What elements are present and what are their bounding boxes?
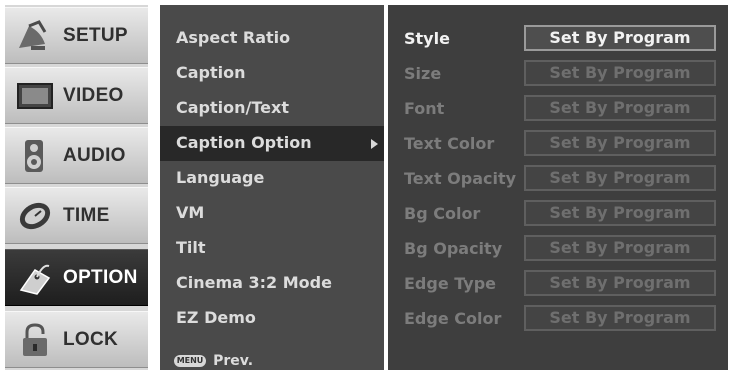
menu-item-ez-demo[interactable]: EZ Demo [160, 301, 384, 336]
option-label: Edge Color [404, 309, 502, 328]
option-value-box[interactable]: Set By Program [524, 305, 716, 331]
tag-icon [19, 264, 51, 295]
tab-time-label: TIME [63, 205, 110, 226]
menu-item-aspect-ratio[interactable]: Aspect Ratio [160, 21, 384, 56]
menu-item-caption[interactable]: Caption [160, 56, 384, 91]
category-tabs: SETUP VIDEO AUDIO TIME OPTION LOCK [5, 5, 148, 370]
option-label: Font [404, 99, 445, 118]
option-menu: Aspect Ratio Caption Caption/Text Captio… [160, 5, 384, 370]
satellite-dish-icon [19, 20, 47, 50]
menu-item-label: VM [176, 203, 205, 222]
menu-key-icon: MENU [174, 354, 206, 367]
tab-option[interactable]: OPTION [5, 249, 148, 306]
tab-audio[interactable]: AUDIO [5, 127, 148, 184]
option-label: Edge Type [404, 274, 497, 293]
clock-icon [19, 202, 51, 230]
caption-options-panel: Style Set By Program Size Set By Program… [388, 5, 728, 370]
menu-item-label: Language [176, 168, 265, 187]
option-value-box[interactable]: Set By Program [524, 25, 716, 51]
option-row-edge-type[interactable]: Edge Type Set By Program [388, 266, 728, 301]
option-row-bg-opacity[interactable]: Bg Opacity Set By Program [388, 231, 728, 266]
option-row-edge-color[interactable]: Edge Color Set By Program [388, 301, 728, 336]
tab-setup-label: SETUP [63, 25, 128, 46]
monitor-icon [17, 83, 53, 109]
option-value-box[interactable]: Set By Program [524, 130, 716, 156]
option-value-box[interactable]: Set By Program [524, 95, 716, 121]
option-row-font[interactable]: Font Set By Program [388, 91, 728, 126]
chevron-right-icon [371, 139, 378, 149]
option-label: Bg Opacity [404, 239, 503, 258]
menu-item-label: Aspect Ratio [176, 28, 291, 47]
option-label: Text Color [404, 134, 495, 153]
option-label: Bg Color [404, 204, 481, 223]
menu-item-label: EZ Demo [176, 308, 256, 327]
menu-item-label: Caption [176, 63, 246, 82]
menu-item-language[interactable]: Language [160, 161, 384, 196]
option-row-text-opacity[interactable]: Text Opacity Set By Program [388, 161, 728, 196]
tab-video-label: VIDEO [63, 85, 124, 106]
tab-option-label: OPTION [63, 267, 138, 288]
menu-item-tilt[interactable]: Tilt [160, 231, 384, 266]
tab-video[interactable]: VIDEO [5, 67, 148, 124]
menu-item-label: Caption/Text [176, 98, 289, 117]
menu-item-label: Caption Option [176, 133, 312, 152]
tab-setup[interactable]: SETUP [5, 7, 148, 64]
menu-item-label: Cinema 3:2 Mode [176, 273, 332, 292]
option-row-style[interactable]: Style Set By Program [388, 21, 728, 56]
option-label: Size [404, 64, 442, 83]
option-row-bg-color[interactable]: Bg Color Set By Program [388, 196, 728, 231]
option-value-box[interactable]: Set By Program [524, 235, 716, 261]
menu-item-vm[interactable]: VM [160, 196, 384, 231]
tab-audio-label: AUDIO [63, 145, 126, 166]
padlock-icon [23, 323, 47, 356]
menu-item-caption-text[interactable]: Caption/Text [160, 91, 384, 126]
menu-item-label: Tilt [176, 238, 206, 257]
option-label: Style [404, 29, 450, 48]
tab-lock-label: LOCK [63, 329, 119, 350]
menu-item-cinema-mode[interactable]: Cinema 3:2 Mode [160, 266, 384, 301]
option-value-box[interactable]: Set By Program [524, 270, 716, 296]
prev-hint[interactable]: MENU Prev. [174, 350, 254, 369]
tab-time[interactable]: TIME [5, 187, 148, 244]
option-value-box[interactable]: Set By Program [524, 165, 716, 191]
prev-label: Prev. [213, 352, 254, 369]
option-label: Text Opacity [404, 169, 517, 188]
tab-lock[interactable]: LOCK [5, 311, 148, 368]
option-value-box[interactable]: Set By Program [524, 200, 716, 226]
speaker-icon [25, 140, 43, 172]
option-value-box[interactable]: Set By Program [524, 60, 716, 86]
option-row-text-color[interactable]: Text Color Set By Program [388, 126, 728, 161]
option-row-size[interactable]: Size Set By Program [388, 56, 728, 91]
menu-item-caption-option[interactable]: Caption Option [160, 126, 384, 161]
